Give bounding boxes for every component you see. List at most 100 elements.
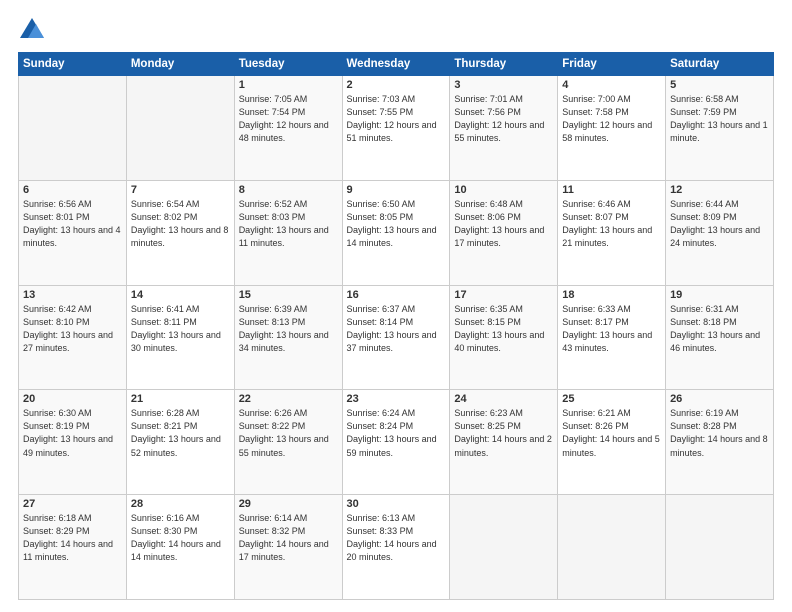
calendar-day-cell: 10 Sunrise: 6:48 AM Sunset: 8:06 PM Dayli… bbox=[450, 180, 558, 285]
calendar-day-cell: 12Sunrise: 6:44 AM Sunset: 8:09 PM Dayli… bbox=[666, 180, 774, 285]
calendar-day-cell: 9 Sunrise: 6:50 AM Sunset: 8:05 PM Daylig… bbox=[342, 180, 450, 285]
day-detail: Sunrise: 6:26 AM Sunset: 8:22 PM Dayligh… bbox=[239, 407, 338, 459]
calendar-day-cell: 7 Sunrise: 6:54 AM Sunset: 8:02 PM Daylig… bbox=[126, 180, 234, 285]
calendar-day-header: Saturday bbox=[666, 53, 774, 76]
calendar-day-cell bbox=[19, 76, 127, 181]
calendar-day-cell: 19Sunrise: 6:31 AM Sunset: 8:18 PM Dayli… bbox=[666, 285, 774, 390]
day-number: 26 bbox=[670, 393, 769, 405]
day-number: 10 bbox=[454, 184, 553, 196]
day-number: 20 bbox=[23, 393, 122, 405]
calendar-day-cell: 29 Sunrise: 6:14 AM Sunset: 8:32 PM Dayli… bbox=[234, 495, 342, 600]
logo bbox=[18, 16, 50, 44]
day-number: 11 bbox=[562, 184, 661, 196]
day-detail: Sunrise: 6:18 AM Sunset: 8:29 PM Dayligh… bbox=[23, 512, 122, 564]
calendar-week-row: 27 Sunrise: 6:18 AM Sunset: 8:29 PM Dayli… bbox=[19, 495, 774, 600]
day-number: 25 bbox=[562, 393, 661, 405]
day-detail: Sunrise: 6:35 AM Sunset: 8:15 PM Dayligh… bbox=[454, 303, 553, 355]
calendar-day-header: Monday bbox=[126, 53, 234, 76]
day-detail: Sunrise: 6:41 AM Sunset: 8:11 PM Dayligh… bbox=[131, 303, 230, 355]
calendar-day-cell bbox=[126, 76, 234, 181]
day-detail: Sunrise: 6:46 AM Sunset: 8:07 PM Dayligh… bbox=[562, 198, 661, 250]
day-detail: Sunrise: 6:33 AM Sunset: 8:17 PM Dayligh… bbox=[562, 303, 661, 355]
calendar-day-cell bbox=[666, 495, 774, 600]
day-detail: Sunrise: 7:05 AM Sunset: 7:54 PM Dayligh… bbox=[239, 93, 338, 145]
calendar-day-cell: 23Sunrise: 6:24 AM Sunset: 8:24 PM Dayli… bbox=[342, 390, 450, 495]
day-number: 8 bbox=[239, 184, 338, 196]
day-detail: Sunrise: 6:48 AM Sunset: 8:06 PM Dayligh… bbox=[454, 198, 553, 250]
calendar-day-cell: 20Sunrise: 6:30 AM Sunset: 8:19 PM Dayli… bbox=[19, 390, 127, 495]
calendar-day-cell: 22 Sunrise: 6:26 AM Sunset: 8:22 PM Dayli… bbox=[234, 390, 342, 495]
day-detail: Sunrise: 6:13 AM Sunset: 8:33 PM Dayligh… bbox=[347, 512, 446, 564]
day-detail: Sunrise: 6:37 AM Sunset: 8:14 PM Dayligh… bbox=[347, 303, 446, 355]
day-number: 27 bbox=[23, 498, 122, 510]
day-detail: Sunrise: 6:23 AM Sunset: 8:25 PM Dayligh… bbox=[454, 407, 553, 459]
calendar-day-cell: 24 Sunrise: 6:23 AM Sunset: 8:25 PM Dayli… bbox=[450, 390, 558, 495]
day-number: 13 bbox=[23, 289, 122, 301]
calendar-table: SundayMondayTuesdayWednesdayThursdayFrid… bbox=[18, 52, 774, 600]
day-number: 1 bbox=[239, 79, 338, 91]
calendar-day-cell: 5 Sunrise: 6:58 AM Sunset: 7:59 PM Daylig… bbox=[666, 76, 774, 181]
day-detail: Sunrise: 6:24 AM Sunset: 8:24 PM Dayligh… bbox=[347, 407, 446, 459]
day-number: 29 bbox=[239, 498, 338, 510]
calendar-day-header: Sunday bbox=[19, 53, 127, 76]
calendar-day-cell: 17 Sunrise: 6:35 AM Sunset: 8:15 PM Dayli… bbox=[450, 285, 558, 390]
calendar-day-cell bbox=[558, 495, 666, 600]
day-detail: Sunrise: 6:52 AM Sunset: 8:03 PM Dayligh… bbox=[239, 198, 338, 250]
calendar-day-cell: 8 Sunrise: 6:52 AM Sunset: 8:03 PM Daylig… bbox=[234, 180, 342, 285]
day-detail: Sunrise: 6:19 AM Sunset: 8:28 PM Dayligh… bbox=[670, 407, 769, 459]
day-detail: Sunrise: 6:58 AM Sunset: 7:59 PM Dayligh… bbox=[670, 93, 769, 145]
day-detail: Sunrise: 7:03 AM Sunset: 7:55 PM Dayligh… bbox=[347, 93, 446, 145]
day-number: 21 bbox=[131, 393, 230, 405]
calendar-day-cell: 4 Sunrise: 7:00 AM Sunset: 7:58 PM Daylig… bbox=[558, 76, 666, 181]
calendar-header-row: SundayMondayTuesdayWednesdayThursdayFrid… bbox=[19, 53, 774, 76]
day-detail: Sunrise: 6:50 AM Sunset: 8:05 PM Dayligh… bbox=[347, 198, 446, 250]
day-number: 15 bbox=[239, 289, 338, 301]
calendar-day-cell: 26 Sunrise: 6:19 AM Sunset: 8:28 PM Dayli… bbox=[666, 390, 774, 495]
day-number: 30 bbox=[347, 498, 446, 510]
day-number: 28 bbox=[131, 498, 230, 510]
calendar-day-header: Tuesday bbox=[234, 53, 342, 76]
day-number: 6 bbox=[23, 184, 122, 196]
calendar-day-cell: 16 Sunrise: 6:37 AM Sunset: 8:14 PM Dayli… bbox=[342, 285, 450, 390]
day-number: 5 bbox=[670, 79, 769, 91]
calendar-week-row: 13Sunrise: 6:42 AM Sunset: 8:10 PM Dayli… bbox=[19, 285, 774, 390]
header bbox=[18, 16, 774, 44]
day-detail: Sunrise: 7:00 AM Sunset: 7:58 PM Dayligh… bbox=[562, 93, 661, 145]
calendar-day-cell: 15 Sunrise: 6:39 AM Sunset: 8:13 PM Dayli… bbox=[234, 285, 342, 390]
calendar-day-cell: 13Sunrise: 6:42 AM Sunset: 8:10 PM Dayli… bbox=[19, 285, 127, 390]
calendar-day-cell: 3Sunrise: 7:01 AM Sunset: 7:56 PM Daylig… bbox=[450, 76, 558, 181]
day-number: 24 bbox=[454, 393, 553, 405]
day-detail: Sunrise: 6:28 AM Sunset: 8:21 PM Dayligh… bbox=[131, 407, 230, 459]
day-detail: Sunrise: 6:21 AM Sunset: 8:26 PM Dayligh… bbox=[562, 407, 661, 459]
day-number: 17 bbox=[454, 289, 553, 301]
calendar-week-row: 1 Sunrise: 7:05 AM Sunset: 7:54 PM Daylig… bbox=[19, 76, 774, 181]
calendar-day-header: Thursday bbox=[450, 53, 558, 76]
calendar-day-cell: 18 Sunrise: 6:33 AM Sunset: 8:17 PM Dayli… bbox=[558, 285, 666, 390]
page: SundayMondayTuesdayWednesdayThursdayFrid… bbox=[0, 0, 792, 612]
day-number: 22 bbox=[239, 393, 338, 405]
logo-icon bbox=[18, 16, 46, 44]
calendar-day-cell: 14 Sunrise: 6:41 AM Sunset: 8:11 PM Dayli… bbox=[126, 285, 234, 390]
calendar-day-cell: 28 Sunrise: 6:16 AM Sunset: 8:30 PM Dayli… bbox=[126, 495, 234, 600]
day-number: 4 bbox=[562, 79, 661, 91]
calendar-day-cell: 30 Sunrise: 6:13 AM Sunset: 8:33 PM Dayli… bbox=[342, 495, 450, 600]
day-number: 9 bbox=[347, 184, 446, 196]
calendar-week-row: 20Sunrise: 6:30 AM Sunset: 8:19 PM Dayli… bbox=[19, 390, 774, 495]
day-number: 2 bbox=[347, 79, 446, 91]
calendar-day-cell: 11 Sunrise: 6:46 AM Sunset: 8:07 PM Dayli… bbox=[558, 180, 666, 285]
day-detail: Sunrise: 6:56 AM Sunset: 8:01 PM Dayligh… bbox=[23, 198, 122, 250]
day-detail: Sunrise: 6:39 AM Sunset: 8:13 PM Dayligh… bbox=[239, 303, 338, 355]
day-number: 18 bbox=[562, 289, 661, 301]
calendar-day-cell bbox=[450, 495, 558, 600]
day-detail: Sunrise: 6:14 AM Sunset: 8:32 PM Dayligh… bbox=[239, 512, 338, 564]
calendar-day-cell: 6 Sunrise: 6:56 AM Sunset: 8:01 PM Daylig… bbox=[19, 180, 127, 285]
calendar-day-header: Friday bbox=[558, 53, 666, 76]
day-number: 7 bbox=[131, 184, 230, 196]
day-detail: Sunrise: 6:54 AM Sunset: 8:02 PM Dayligh… bbox=[131, 198, 230, 250]
day-number: 14 bbox=[131, 289, 230, 301]
day-number: 16 bbox=[347, 289, 446, 301]
calendar-day-cell: 25 Sunrise: 6:21 AM Sunset: 8:26 PM Dayli… bbox=[558, 390, 666, 495]
day-detail: Sunrise: 6:16 AM Sunset: 8:30 PM Dayligh… bbox=[131, 512, 230, 564]
day-detail: Sunrise: 6:31 AM Sunset: 8:18 PM Dayligh… bbox=[670, 303, 769, 355]
calendar-week-row: 6 Sunrise: 6:56 AM Sunset: 8:01 PM Daylig… bbox=[19, 180, 774, 285]
